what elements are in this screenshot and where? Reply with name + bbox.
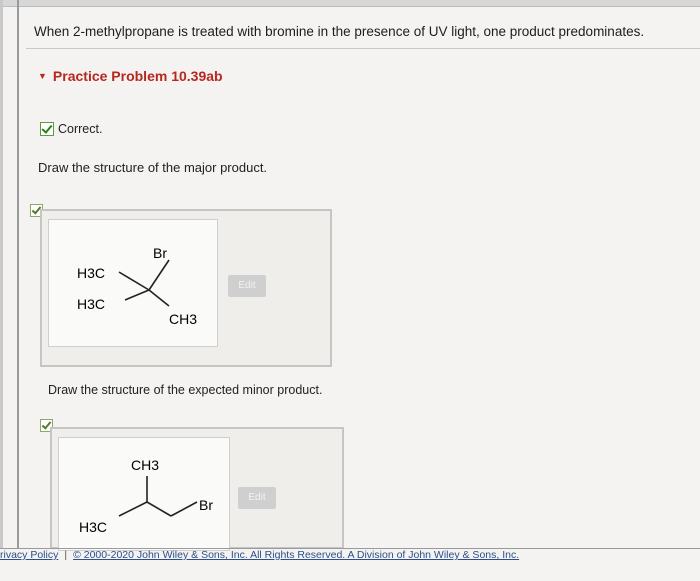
label-ch3: CH3: [169, 311, 197, 327]
copyright-link[interactable]: © 2000-2020 John Wiley & Sons, Inc. All …: [73, 549, 519, 561]
label-h3c: H3C: [79, 519, 107, 535]
practice-problem-title: Practice Problem 10.39ab: [52, 68, 223, 84]
correct-status: Correct.: [40, 122, 102, 136]
part-a-edit-button[interactable]: Edit: [228, 275, 266, 297]
left-rule: [17, 0, 19, 548]
bond-4: [148, 289, 170, 307]
check-icon: [40, 122, 54, 136]
question-text: When 2-methylpropane is treated with bro…: [34, 24, 645, 39]
bond-3: [146, 501, 172, 517]
label-br: Br: [153, 245, 167, 261]
practice-problem-toggle[interactable]: ▼ Practice Problem 10.39ab: [38, 68, 223, 84]
bond-3: [124, 289, 150, 301]
bond-1: [118, 271, 150, 291]
correct-label: Correct.: [58, 122, 103, 136]
label-h3c-bottom: H3C: [77, 296, 105, 312]
part-b-structure-canvas: CH3 Br H3C: [58, 437, 230, 551]
bond-4: [170, 501, 198, 517]
part-a-structure: H3C H3C Br CH3: [77, 245, 197, 327]
label-ch3: CH3: [131, 457, 159, 473]
bond-1: [118, 501, 148, 517]
part-a-answer-box: H3C H3C Br CH3 Edit: [40, 209, 332, 367]
top-bar: [0, 0, 700, 7]
part-a-prompt: Draw the structure of the major product.: [38, 160, 268, 175]
label-br: Br: [199, 497, 213, 513]
part-b-answer-box: CH3 Br H3C Edit: [50, 427, 344, 551]
footer-separator: |: [64, 549, 68, 561]
part-b-edit-button[interactable]: Edit: [238, 487, 276, 509]
left-edge: [0, 0, 3, 548]
bond-2: [148, 259, 170, 291]
part-b-prompt: Draw the structure of the expected minor…: [48, 383, 323, 397]
footer: rivacy Policy | © 2000-2020 John Wiley & S…: [0, 549, 700, 561]
divider: [26, 48, 700, 49]
part-a-structure-canvas: H3C H3C Br CH3: [48, 219, 218, 347]
caret-down-icon: ▼: [38, 71, 47, 81]
label-h3c-top: H3C: [77, 265, 105, 281]
privacy-policy-link[interactable]: rivacy Policy: [0, 549, 58, 561]
part-b-structure: CH3 Br H3C: [79, 457, 213, 535]
